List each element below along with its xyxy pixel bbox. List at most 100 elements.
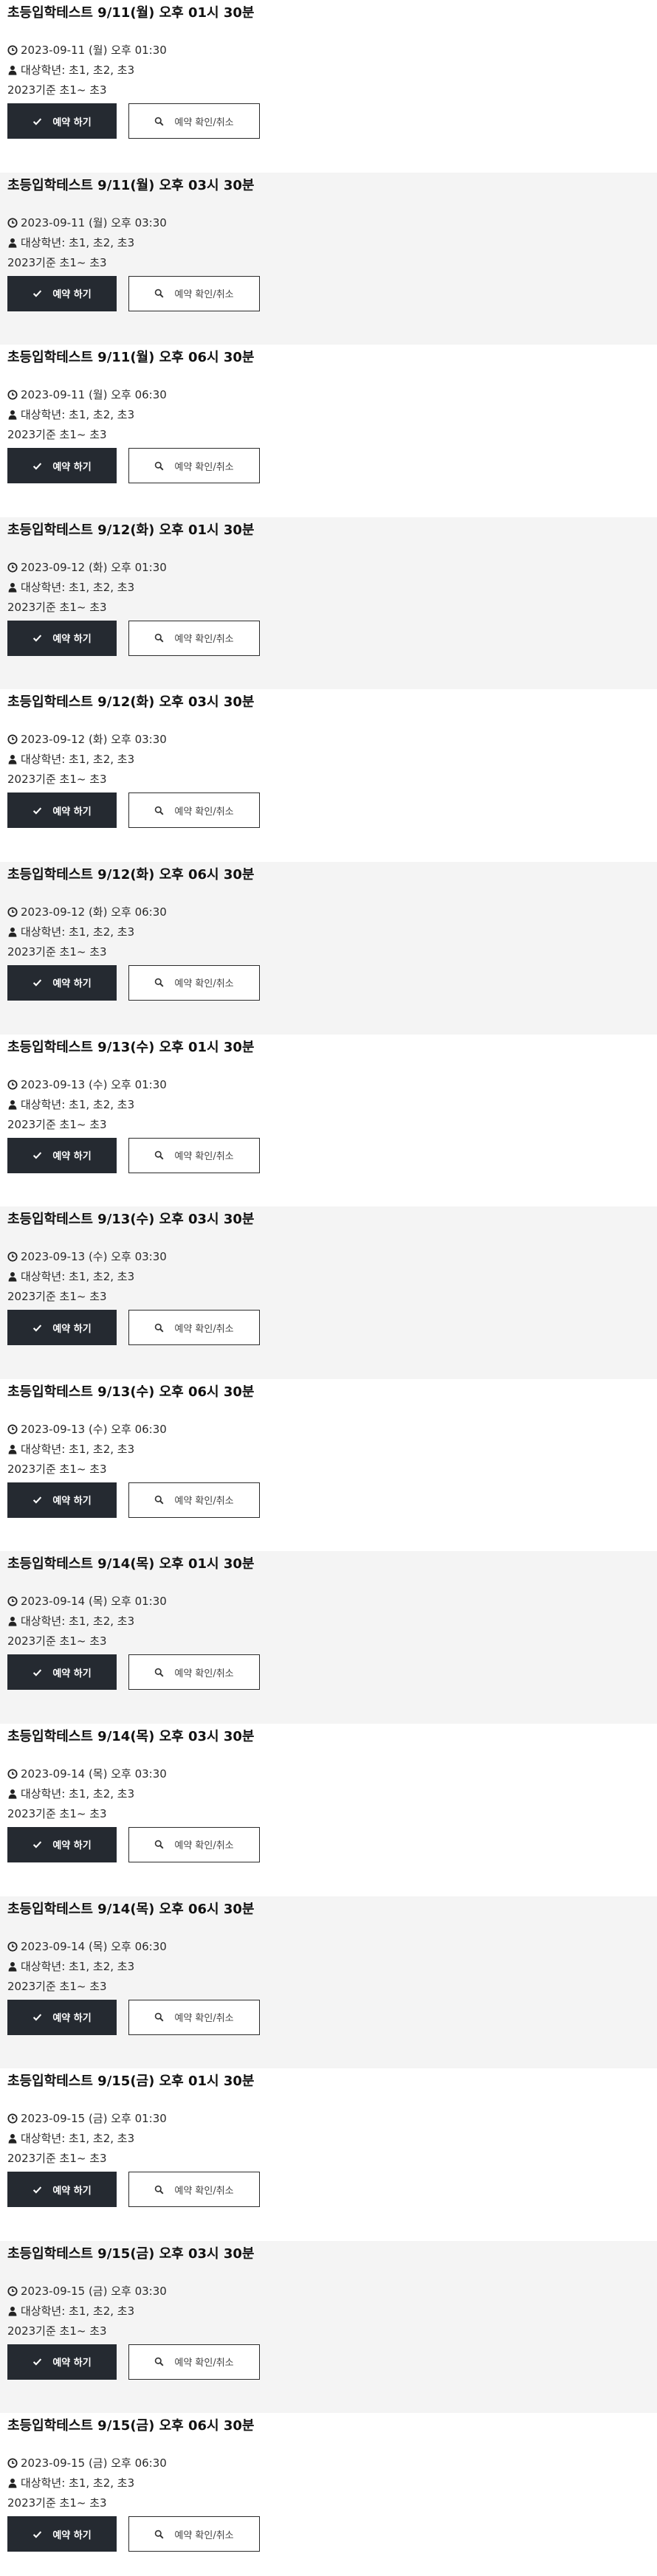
session-grades: 대상학년: 초1, 초2, 초3 bbox=[7, 61, 650, 80]
session-grades-text: 대상학년: 초1, 초2, 초3 bbox=[21, 1959, 135, 1973]
session-datetime: 2023-09-15 (금) 오후 06:30 bbox=[7, 2454, 650, 2473]
session-basis: 2023기준 초1~ 초3 bbox=[7, 1117, 107, 1131]
search-icon bbox=[155, 117, 164, 125]
session-title: 초등입학테스트 9/11(월) 오후 01시 30분 bbox=[7, 5, 255, 21]
session-buttons: 예약 하기 예약 확인/취소 bbox=[7, 964, 650, 1001]
reserve-button-label: 예약 하기 bbox=[52, 634, 92, 646]
user-icon bbox=[8, 1789, 17, 1799]
session-datetime-text: 2023-09-14 (목) 오후 03:30 bbox=[21, 1767, 167, 1781]
session-title: 초등입학테스트 9/12(화) 오후 03시 30분 bbox=[7, 694, 255, 711]
check-cancel-button-label: 예약 확인/취소 bbox=[174, 806, 234, 818]
check-cancel-button-label: 예약 확인/취소 bbox=[174, 978, 234, 990]
session-basis: 2023기준 초1~ 초3 bbox=[7, 1634, 107, 1648]
clock-icon bbox=[7, 1769, 18, 1779]
session-datetime: 2023-09-11 (월) 오후 01:30 bbox=[7, 41, 650, 61]
check-cancel-button[interactable]: 예약 확인/취소 bbox=[128, 1482, 260, 1518]
check-cancel-button[interactable]: 예약 확인/취소 bbox=[128, 1999, 260, 2035]
check-icon bbox=[33, 1841, 42, 1849]
session-item: 초등입학테스트 9/14(목) 오후 06시 30분 2023-09-14 (목… bbox=[0, 1896, 657, 2069]
check-cancel-button[interactable]: 예약 확인/취소 bbox=[128, 964, 260, 1001]
reserve-button-label: 예약 하기 bbox=[52, 2013, 92, 2025]
session-datetime: 2023-09-15 (금) 오후 01:30 bbox=[7, 2109, 650, 2129]
check-cancel-button-label: 예약 확인/취소 bbox=[174, 2358, 234, 2369]
session-grades: 대상학년: 초1, 초2, 초3 bbox=[7, 233, 650, 253]
session-basis: 2023기준 초1~ 초3 bbox=[7, 2152, 107, 2166]
session-basis: 2023기준 초1~ 초3 bbox=[7, 83, 107, 97]
session-grades-text: 대상학년: 초1, 초2, 초3 bbox=[21, 1270, 135, 1284]
user-icon bbox=[8, 1272, 17, 1282]
check-icon bbox=[33, 117, 42, 125]
search-icon bbox=[155, 289, 164, 298]
check-cancel-button[interactable]: 예약 확인/취소 bbox=[128, 1310, 260, 1346]
reserve-button-label: 예약 하기 bbox=[52, 1151, 92, 1163]
session-buttons: 예약 하기 예약 확인/취소 bbox=[7, 793, 650, 829]
search-icon bbox=[155, 806, 164, 815]
check-icon bbox=[33, 463, 42, 470]
check-cancel-button[interactable]: 예약 확인/취소 bbox=[128, 793, 260, 829]
user-icon bbox=[8, 238, 17, 248]
check-cancel-button-label: 예약 확인/취소 bbox=[174, 461, 234, 473]
session-datetime-text: 2023-09-14 (목) 오후 01:30 bbox=[21, 1595, 167, 1609]
search-icon bbox=[155, 634, 164, 643]
session-datetime: 2023-09-13 (수) 오후 06:30 bbox=[7, 1420, 650, 1440]
check-cancel-button-label: 예약 확인/취소 bbox=[174, 634, 234, 646]
reserve-button[interactable]: 예약 하기 bbox=[7, 1826, 117, 1862]
session-title: 초등입학테스트 9/14(목) 오후 03시 30분 bbox=[7, 1728, 255, 1744]
reserve-button[interactable]: 예약 하기 bbox=[7, 1310, 117, 1346]
clock-icon bbox=[7, 218, 18, 228]
session-title: 초등입학테스트 9/11(월) 오후 06시 30분 bbox=[7, 350, 255, 366]
session-grades: 대상학년: 초1, 초2, 초3 bbox=[7, 1267, 650, 1287]
session-buttons: 예약 하기 예약 확인/취소 bbox=[7, 1137, 650, 1173]
reserve-button[interactable]: 예약 하기 bbox=[7, 103, 117, 139]
reserve-button[interactable]: 예약 하기 bbox=[7, 1654, 117, 1691]
session-buttons: 예약 하기 예약 확인/취소 bbox=[7, 1999, 650, 2035]
session-grades-text: 대상학년: 초1, 초2, 초3 bbox=[21, 235, 135, 249]
check-cancel-button[interactable]: 예약 확인/취소 bbox=[128, 448, 260, 484]
check-cancel-button[interactable]: 예약 확인/취소 bbox=[128, 103, 260, 139]
reserve-button[interactable]: 예약 하기 bbox=[7, 793, 117, 829]
reserve-button-label: 예약 하기 bbox=[52, 1496, 92, 1508]
session-grades-text: 대상학년: 초1, 초2, 초3 bbox=[21, 1786, 135, 1800]
session-datetime-text: 2023-09-15 (금) 오후 03:30 bbox=[21, 2284, 167, 2298]
session-grades: 대상학년: 초1, 초2, 초3 bbox=[7, 2473, 650, 2493]
session-grades-text: 대상학년: 초1, 초2, 초3 bbox=[21, 2476, 135, 2490]
session-buttons: 예약 하기 예약 확인/취소 bbox=[7, 448, 650, 484]
check-icon bbox=[33, 1669, 42, 1677]
session-grades-text: 대상학년: 초1, 초2, 초3 bbox=[21, 2304, 135, 2318]
check-cancel-button[interactable]: 예약 확인/취소 bbox=[128, 1826, 260, 1862]
search-icon bbox=[155, 461, 164, 471]
reserve-button[interactable]: 예약 하기 bbox=[7, 620, 117, 656]
reserve-button[interactable]: 예약 하기 bbox=[7, 2172, 117, 2208]
session-grades: 대상학년: 초1, 초2, 초3 bbox=[7, 1784, 650, 1804]
reserve-button[interactable]: 예약 하기 bbox=[7, 448, 117, 484]
session-datetime: 2023-09-14 (목) 오후 06:30 bbox=[7, 1937, 650, 1957]
session-grades-text: 대상학년: 초1, 초2, 초3 bbox=[21, 580, 135, 594]
search-icon bbox=[155, 1495, 164, 1505]
check-cancel-button[interactable]: 예약 확인/취소 bbox=[128, 2172, 260, 2208]
reserve-button[interactable]: 예약 하기 bbox=[7, 1999, 117, 2035]
reserve-button[interactable]: 예약 하기 bbox=[7, 1482, 117, 1518]
session-basis: 2023기준 초1~ 초3 bbox=[7, 600, 107, 614]
check-icon bbox=[33, 1496, 42, 1504]
check-cancel-button[interactable]: 예약 확인/취소 bbox=[128, 620, 260, 656]
session-item: 초등입학테스트 9/15(금) 오후 06시 30분 2023-09-15 (금… bbox=[0, 2413, 657, 2576]
session-datetime: 2023-09-11 (월) 오후 03:30 bbox=[7, 213, 650, 233]
reserve-button[interactable]: 예약 하기 bbox=[7, 2344, 117, 2380]
check-cancel-button[interactable]: 예약 확인/취소 bbox=[128, 1137, 260, 1173]
clock-icon bbox=[7, 45, 18, 55]
session-datetime-text: 2023-09-11 (월) 오후 06:30 bbox=[21, 388, 167, 402]
reserve-button[interactable]: 예약 하기 bbox=[7, 964, 117, 1001]
reserve-button-label: 예약 하기 bbox=[52, 2185, 92, 2197]
reserve-button[interactable]: 예약 하기 bbox=[7, 1137, 117, 1173]
session-item: 초등입학테스트 9/13(수) 오후 01시 30분 2023-09-13 (수… bbox=[0, 1034, 657, 1207]
reserve-button[interactable]: 예약 하기 bbox=[7, 2516, 117, 2552]
session-datetime: 2023-09-15 (금) 오후 03:30 bbox=[7, 2282, 650, 2302]
check-cancel-button[interactable]: 예약 확인/취소 bbox=[128, 2516, 260, 2552]
check-cancel-button[interactable]: 예약 확인/취소 bbox=[128, 275, 260, 311]
check-cancel-button[interactable]: 예약 확인/취소 bbox=[128, 1654, 260, 1691]
search-icon bbox=[155, 1150, 164, 1160]
search-icon bbox=[155, 1840, 164, 1849]
reserve-button[interactable]: 예약 하기 bbox=[7, 275, 117, 311]
session-grades: 대상학년: 초1, 초2, 초3 bbox=[7, 1612, 650, 1631]
check-cancel-button[interactable]: 예약 확인/취소 bbox=[128, 2344, 260, 2380]
